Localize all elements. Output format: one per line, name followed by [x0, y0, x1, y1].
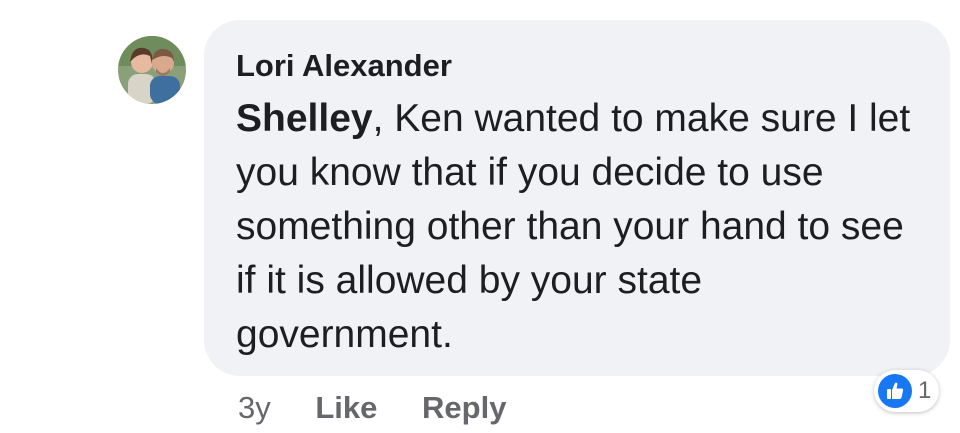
timestamp[interactable]: 3y — [238, 390, 271, 425]
reaction-count: 1 — [918, 377, 932, 404]
like-button[interactable]: Like — [315, 390, 377, 425]
mention-link[interactable]: Shelley — [236, 97, 373, 140]
author-name[interactable]: Lori Alexander — [236, 48, 920, 84]
comment-actions: 3y Like Reply — [238, 386, 506, 430]
reply-button[interactable]: Reply — [422, 390, 506, 425]
reactions-summary[interactable]: 1 — [874, 370, 940, 412]
comment-text: Shelley, Ken wanted to make sure I let y… — [236, 92, 920, 362]
avatar[interactable] — [118, 36, 186, 104]
thumbs-up-icon — [878, 374, 912, 408]
comment-bubble: Lori Alexander Shelley, Ken wanted to ma… — [204, 20, 950, 376]
profile-photo — [118, 36, 186, 104]
